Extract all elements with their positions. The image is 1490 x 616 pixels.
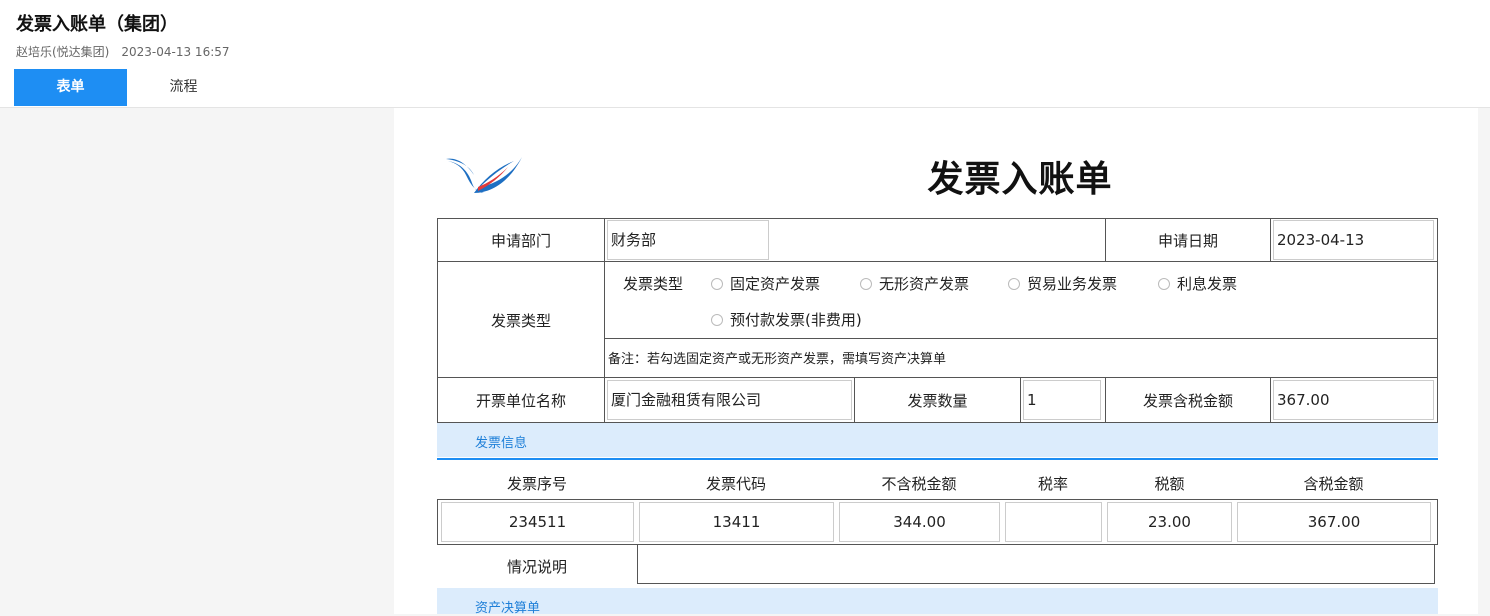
col-header-amount-ex-tax: 不含税金额 (881, 475, 957, 493)
cell-amount-ex-tax-input[interactable]: 344.00 (839, 502, 1000, 542)
apply-dept-input[interactable]: 财务部 (607, 220, 769, 260)
author-name: 赵培乐(悦达集团) (16, 45, 110, 59)
issuer-input[interactable]: 厦门金融租赁有限公司 (607, 380, 852, 420)
apply-dept-label: 申请部门 (490, 232, 551, 250)
page-header: 发票入账单（集团） 赵培乐(悦达集团) 2023-04-13 16:57 表单 流… (0, 0, 1490, 108)
remark-textarea[interactable] (637, 544, 1435, 584)
radio-circle-icon (1158, 278, 1170, 290)
invoice-info-section-title: 发票信息 (475, 436, 528, 451)
radio-intangible-asset[interactable]: 无形资产发票 (860, 273, 969, 294)
invoice-type-note: 备注：若勾选固定资产或无形资产发票，需填写资产决算单 (608, 352, 947, 367)
tab-form[interactable]: 表单 (14, 69, 127, 106)
radio-fixed-asset-label: 固定资产发票 (730, 275, 821, 293)
remark-label: 情况说明 (506, 558, 567, 576)
cell-amount-inc-tax-input[interactable]: 367.00 (1237, 502, 1431, 542)
col-header-amount-inc-tax: 含税金额 (1303, 475, 1364, 493)
invoice-total-label: 发票含税金额 (1142, 392, 1233, 410)
radio-circle-icon (711, 278, 723, 290)
radio-trade-label: 贸易业务发票 (1027, 275, 1118, 293)
radio-interest[interactable]: 利息发票 (1158, 273, 1237, 294)
issuer-label: 开票单位名称 (475, 392, 566, 410)
tab-flow[interactable]: 流程 (127, 69, 240, 106)
asset-section-header[interactable]: 资产决算单 (437, 588, 1438, 616)
radio-trade[interactable]: 贸易业务发票 (1008, 273, 1117, 294)
asset-section-title: 资产决算单 (475, 601, 541, 616)
invoice-info-section-header[interactable]: 发票信息 (437, 423, 1438, 457)
radio-interest-label: 利息发票 (1177, 275, 1238, 293)
invoice-type-inner-label: 发票类型 (623, 275, 684, 293)
cell-serial-input[interactable]: 234511 (441, 502, 634, 542)
radio-circle-icon (711, 314, 723, 326)
invoice-type-label: 发票类型 (490, 312, 551, 330)
section-divider (437, 458, 1438, 460)
invoice-count-input[interactable]: 1 (1023, 380, 1101, 420)
cell-tax-rate-input[interactable] (1005, 502, 1102, 542)
invoice-total-input[interactable]: 367.00 (1273, 380, 1434, 420)
radio-prepayment-label: 预付款发票(非费用) (730, 311, 862, 329)
col-header-tax-rate: 税率 (1037, 475, 1068, 493)
col-header-tax: 税额 (1154, 475, 1185, 493)
radio-prepayment[interactable]: 预付款发票(非费用) (711, 309, 862, 330)
cell-tax-input[interactable]: 23.00 (1107, 502, 1232, 542)
page-meta: 赵培乐(悦达集团) 2023-04-13 16:57 (16, 43, 230, 60)
col-header-serial: 发票序号 (506, 475, 567, 493)
page-title: 发票入账单（集团） (16, 14, 178, 35)
apply-date-label: 申请日期 (1157, 232, 1218, 250)
radio-circle-icon (1008, 278, 1020, 290)
apply-date-input[interactable]: 2023-04-13 (1273, 220, 1434, 260)
created-datetime: 2023-04-13 16:57 (121, 45, 230, 59)
invoice-count-label: 发票数量 (907, 392, 968, 410)
radio-intangible-asset-label: 无形资产发票 (879, 275, 970, 293)
form-title: 发票入账单 (927, 159, 1113, 200)
company-logo (446, 157, 522, 193)
radio-circle-icon (860, 278, 872, 290)
radio-fixed-asset[interactable]: 固定资产发票 (711, 273, 820, 294)
col-header-code: 发票代码 (705, 475, 766, 493)
cell-code-input[interactable]: 13411 (639, 502, 834, 542)
